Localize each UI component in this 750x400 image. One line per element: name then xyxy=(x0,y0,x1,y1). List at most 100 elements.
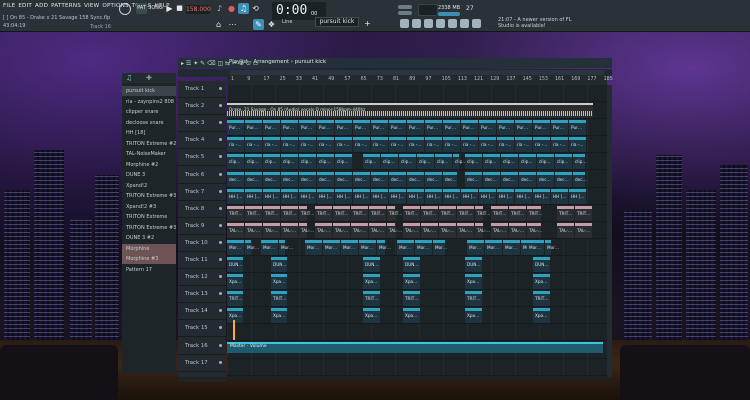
pattern-clip[interactable]: TRIT… xyxy=(403,291,420,307)
pattern-clip[interactable]: ria -… xyxy=(479,137,496,153)
pattern-clip[interactable]: TRIT… xyxy=(421,205,438,221)
pattern-clip[interactable]: DUN… xyxy=(403,257,420,272)
step-edit-icon[interactable]: ⋯ xyxy=(227,19,238,30)
pattern-clip[interactable]: clip… xyxy=(465,154,482,170)
pattern-clip[interactable]: ria -… xyxy=(353,137,370,153)
pattern-clip[interactable]: clip… xyxy=(555,154,572,170)
track-header[interactable]: Track 14 xyxy=(178,303,226,321)
menu-edit[interactable]: EDIT xyxy=(18,3,32,9)
pattern-clip[interactable]: TRIT… xyxy=(299,205,314,221)
song-mode-icon[interactable]: SONG xyxy=(148,3,163,14)
pattern-clip[interactable]: ria -… xyxy=(407,137,424,153)
pattern-clip[interactable]: clip… xyxy=(537,154,554,170)
pattern-clip[interactable]: Mor… xyxy=(261,239,278,255)
pattern-clip[interactable]: Xpa… xyxy=(363,274,380,290)
plugin-picker-icon[interactable] xyxy=(448,19,457,28)
pattern-clip[interactable]: ria -… xyxy=(425,137,442,153)
pattern-clip[interactable]: Mor… xyxy=(415,239,432,255)
track-mute-led-icon[interactable] xyxy=(219,223,222,227)
pattern-clip[interactable]: Pur… xyxy=(425,120,442,136)
pattern-clip[interactable]: DUN… xyxy=(227,257,243,272)
pattern-clip[interactable]: dec… xyxy=(465,171,482,187)
track-lane[interactable]: Mor… Mor… Mor… Mor… Mor… Mor… Mor… Mor… Mor… Mor…… xyxy=(227,239,607,256)
pattern-clip[interactable]: dec… xyxy=(555,171,572,187)
track-mute-led-icon[interactable] xyxy=(219,87,222,90)
pattern-clip[interactable]: HH [… xyxy=(371,188,388,204)
pattern-clip[interactable]: clip… xyxy=(317,154,334,170)
pattern-clip[interactable]: Pur… xyxy=(569,120,586,136)
browser-toggle-icon[interactable] xyxy=(460,19,469,28)
pattern-clip[interactable]: ria -… xyxy=(227,137,244,153)
pattern-clip[interactable]: dec… xyxy=(519,171,536,187)
pattern-clip[interactable]: TRIT… xyxy=(351,205,368,221)
track-mute-led-icon[interactable] xyxy=(219,138,222,142)
track-header[interactable]: Track 10 xyxy=(178,235,226,252)
pattern-clip[interactable]: ria -… xyxy=(371,137,388,153)
pattern-clip[interactable]: Pur… xyxy=(263,120,280,136)
metronome-icon[interactable]: ♪ xyxy=(214,3,225,14)
piano-roll-icon[interactable] xyxy=(412,19,421,28)
mixer-icon[interactable] xyxy=(436,19,445,28)
pattern-clip[interactable]: clip… xyxy=(227,154,244,170)
pattern-clip[interactable]: dec… xyxy=(483,171,500,187)
pattern-clip[interactable]: ria -… xyxy=(551,137,568,153)
track-header[interactable]: Track 9 xyxy=(178,218,226,235)
track-lane[interactable]: Xpa… Xpa… Xpa… Xpa… Xpa… Xpa… xyxy=(227,273,607,291)
track-mute-led-icon[interactable] xyxy=(219,360,222,364)
pattern-clip[interactable]: clip… xyxy=(299,154,316,170)
pattern-clip[interactable]: Mor… xyxy=(377,239,391,255)
playlist-zoom-scrollbar[interactable] xyxy=(230,70,604,75)
pattern-clip[interactable]: TAL-… xyxy=(245,222,262,238)
pattern-clip[interactable]: Mor… xyxy=(467,239,484,255)
pattern-clip[interactable]: TRIT… xyxy=(575,205,592,221)
pattern-clip[interactable]: Mor… xyxy=(545,239,559,255)
pattern-clip[interactable]: Pur… xyxy=(497,120,514,136)
pattern-clip[interactable]: Pur… xyxy=(389,120,406,136)
pattern-clip[interactable]: dec… xyxy=(317,171,334,187)
track-lane[interactable]: Pur… Pur… Pur… Pur… Pur… Pur… Pur… Pur… Pur… Pur…… xyxy=(227,119,607,137)
pattern-clip[interactable]: dec… xyxy=(537,171,554,187)
pattern-clip[interactable]: DUN… xyxy=(533,257,550,272)
track-lane[interactable]: DUN… DUN… DUN… DUN… DUN… DUN… xyxy=(227,256,607,273)
audio-clip[interactable]: Drake, 21 Savage - On 85 (Audio) vocals-… xyxy=(227,103,593,119)
pattern-clip[interactable]: clip… xyxy=(573,154,586,170)
pattern-clip[interactable]: dec… xyxy=(443,171,457,187)
pattern-clip[interactable]: TAL-… xyxy=(351,222,368,238)
channel-rack-icon[interactable] xyxy=(424,19,433,28)
menu-view[interactable]: VIEW xyxy=(84,3,99,9)
pattern-clip[interactable]: Pur… xyxy=(515,120,532,136)
pattern-clip[interactable]: ria -… xyxy=(443,137,460,153)
pattern-clip[interactable]: TRIT… xyxy=(245,205,262,221)
timeline-ruler[interactable]: 1 9 17 25 33 41 49 57 65 73 81 89 97 105 113 121 129 137 1… xyxy=(227,76,613,85)
draw-tool-icon[interactable]: ✎ xyxy=(253,19,264,30)
pattern-clip[interactable]: TAL-… xyxy=(557,222,574,238)
pattern-clip[interactable]: Xpa… xyxy=(403,274,420,290)
pattern-clip[interactable]: TAL-… xyxy=(263,222,280,238)
track-lane[interactable]: dec… dec… dec… dec… dec… dec… dec… dec… dec… dec…… xyxy=(227,171,607,188)
pattern-clip[interactable]: TRIT… xyxy=(475,205,490,221)
menu-file[interactable]: FILE xyxy=(3,3,15,9)
pattern-clip[interactable]: dec… xyxy=(263,171,280,187)
track-mute-led-icon[interactable] xyxy=(219,189,222,193)
pattern-clip[interactable]: TAL-… xyxy=(527,222,542,238)
track-lane[interactable]: TAL-… TAL-… TAL-… TAL-… TAL-… TAL-… TAL-… TAL-…… xyxy=(227,222,607,239)
pattern-selector[interactable]: pursuit kick xyxy=(315,17,359,27)
pattern-clip[interactable]: HH [… xyxy=(389,188,406,204)
pattern-clip[interactable]: ria -… xyxy=(281,137,298,153)
channel-item[interactable]: Xpand!2 xyxy=(122,181,176,191)
channel-item[interactable]: DUNE 3 xyxy=(122,170,176,180)
pattern-clip[interactable]: clip… xyxy=(245,154,262,170)
pattern-clip[interactable]: Pur… xyxy=(407,120,424,136)
pattern-clip[interactable]: HH [… xyxy=(533,188,550,204)
track-mute-led-icon[interactable] xyxy=(219,258,222,261)
pattern-clip[interactable]: dec… xyxy=(335,171,352,187)
pattern-clip[interactable]: HH [… xyxy=(425,188,442,204)
pattern-clip[interactable]: clip… xyxy=(399,154,416,170)
pattern-clip[interactable]: TAL-… xyxy=(333,222,350,238)
channel-item[interactable]: TRITON Extreme #2 xyxy=(122,139,176,149)
record-icon[interactable]: ● xyxy=(226,3,237,14)
channel-item[interactable]: clipper snare xyxy=(122,107,176,117)
pattern-clip[interactable]: dec… xyxy=(573,171,587,187)
pattern-clip[interactable]: clip… xyxy=(417,154,434,170)
pattern-clip[interactable]: clip… xyxy=(381,154,398,170)
